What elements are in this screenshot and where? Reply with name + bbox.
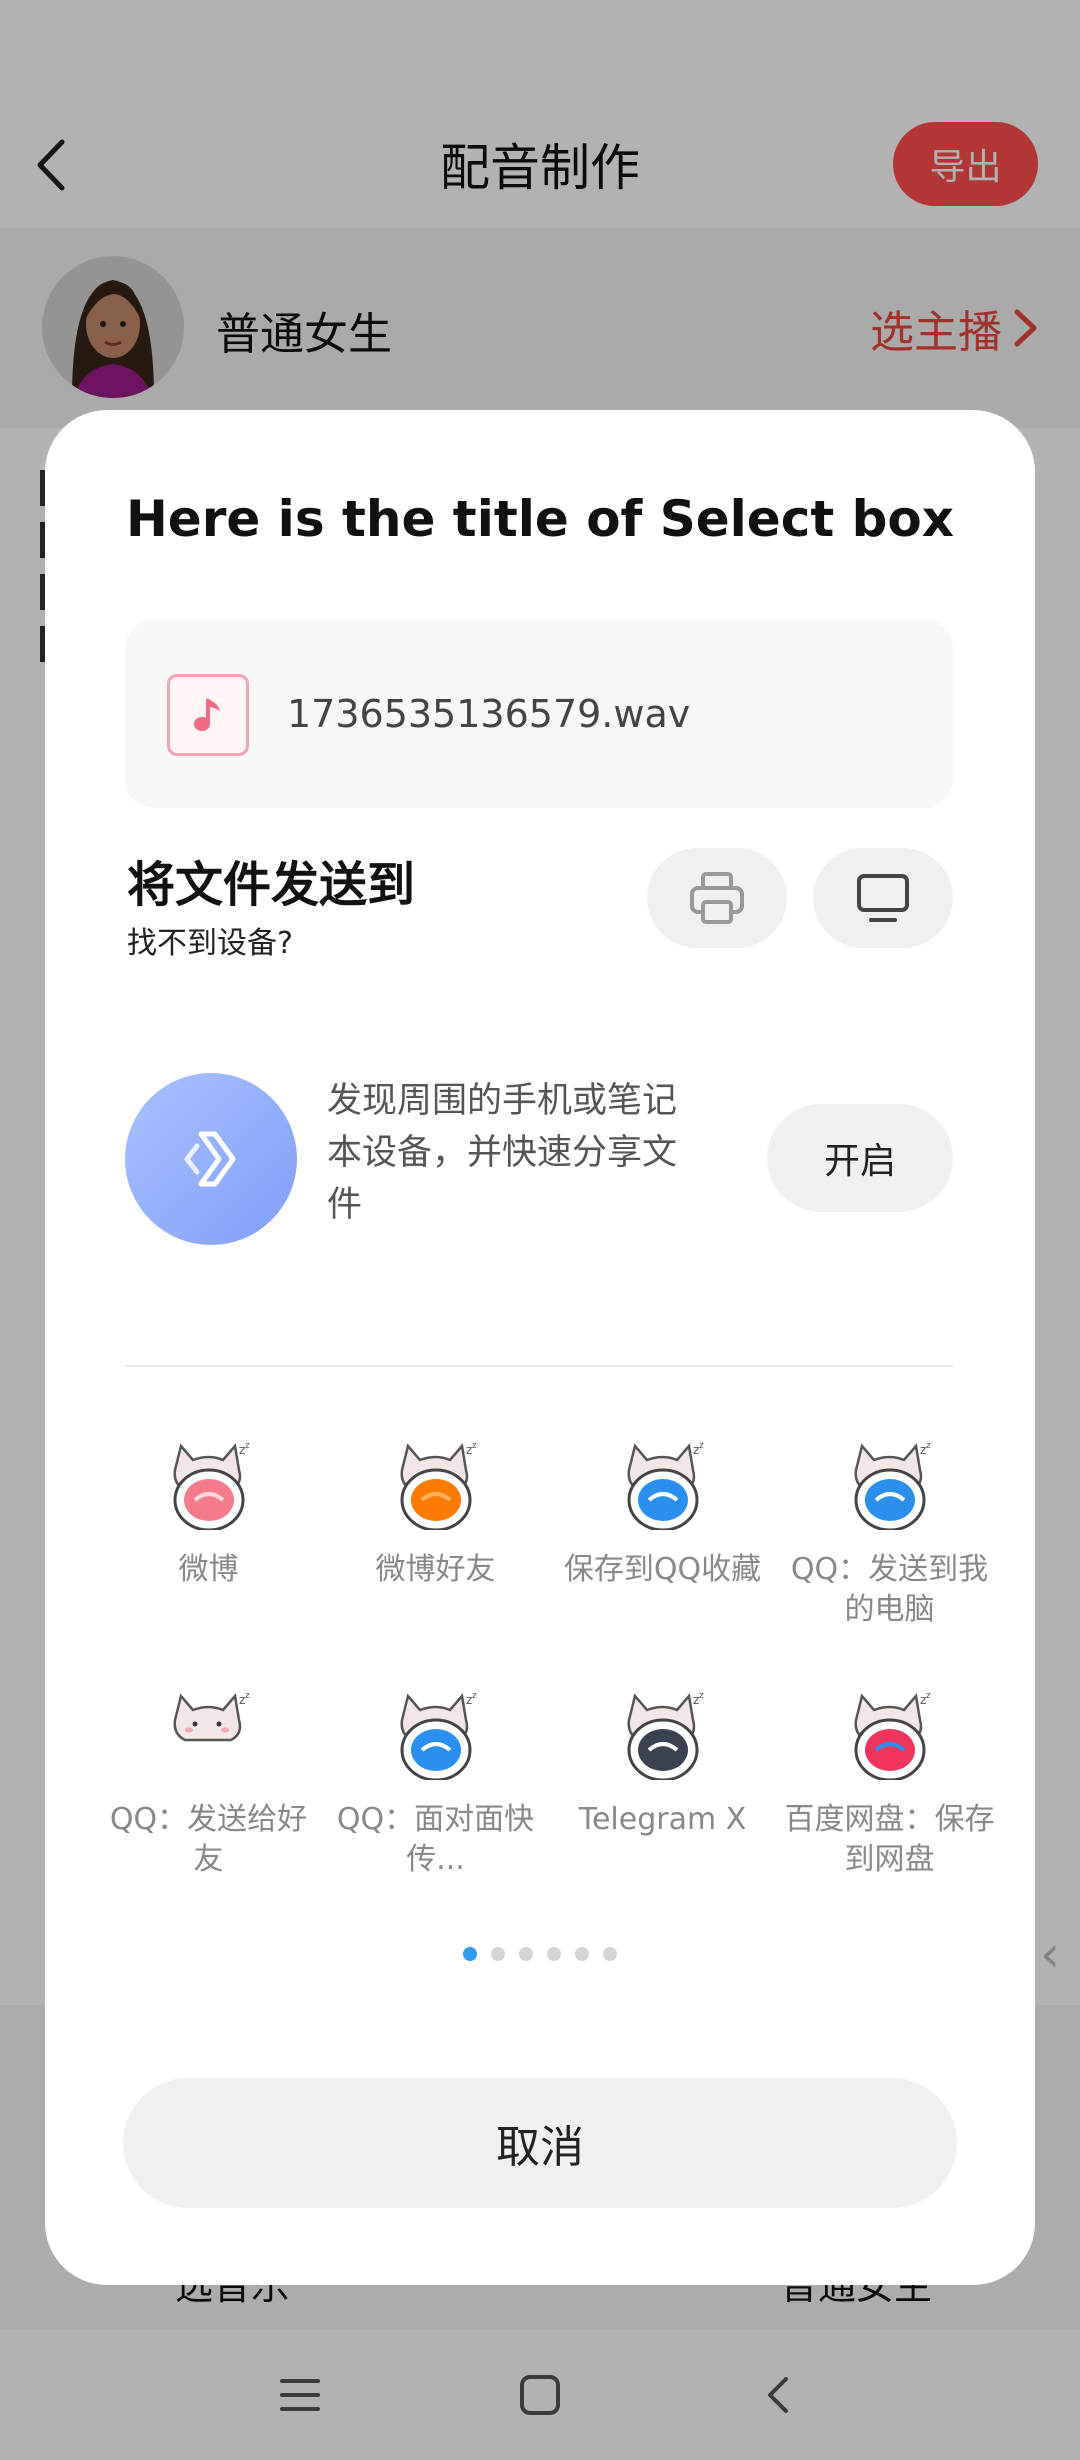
cancel-button[interactable]: 取消 [123, 2078, 957, 2208]
share-target-label: 保存到QQ收藏 [563, 1552, 762, 1587]
screen-cast-button[interactable] [813, 848, 953, 948]
weibo-friends-cat-icon: zz [400, 1441, 477, 1530]
svg-text:z: z [926, 1441, 931, 1451]
share-target-item[interactable]: zz 微博好友 [322, 1440, 549, 1640]
page-dot [519, 1947, 533, 1961]
print-button[interactable] [647, 848, 787, 948]
cannot-find-device-link[interactable]: 找不到设备? [127, 918, 293, 962]
file-card: 1736535136579.wav [125, 620, 953, 808]
share-target-label: 微博好友 [375, 1552, 496, 1587]
svg-text:z: z [472, 1691, 477, 1701]
enable-button[interactable]: 开启 [767, 1104, 953, 1212]
qq-friend-cat-icon: zz [173, 1691, 250, 1742]
page-dot [547, 1947, 561, 1961]
printer-icon [690, 872, 744, 924]
baidu-netdisk-cat-icon: zz [854, 1691, 931, 1780]
share-target-label: 微博 [178, 1552, 239, 1587]
send-to-heading: 将文件发送到 [127, 857, 416, 913]
share-target-item[interactable]: zz 百度网盘：保存到网盘 [776, 1690, 1003, 1890]
share-target-item[interactable]: zz QQ：面对面快传... [322, 1690, 549, 1890]
share-target-label: QQ：发送到我的电脑 [790, 1552, 989, 1627]
share-target-item[interactable]: zz QQ：发送给好友 [95, 1690, 322, 1890]
qq-computer-cat-icon: zz [854, 1441, 931, 1530]
share-target-item[interactable]: zz QQ：发送到我的电脑 [776, 1440, 1003, 1640]
page-dot [603, 1947, 617, 1961]
nearby-share-icon [125, 1073, 297, 1245]
share-target-label: 百度网盘：保存到网盘 [784, 1802, 995, 1877]
monitor-icon [857, 874, 909, 922]
share-target-item[interactable]: zz 保存到QQ收藏 [549, 1440, 776, 1640]
page-indicator [45, 1947, 1035, 1961]
weibo-cat-icon: zz [173, 1441, 250, 1530]
svg-text:z: z [472, 1441, 477, 1451]
share-target-item[interactable]: zz Telegram X [549, 1690, 776, 1890]
share-dialog: Here is the title of Select box 17365351… [45, 410, 1035, 2285]
share-target-label: Telegram X [578, 1802, 747, 1837]
page-dot [575, 1947, 589, 1961]
svg-text:z: z [245, 1691, 250, 1701]
svg-text:z: z [699, 1691, 704, 1701]
svg-text:z: z [699, 1441, 704, 1451]
file-name: 1736535136579.wav [287, 692, 691, 736]
svg-text:z: z [245, 1441, 250, 1451]
page-dot [463, 1947, 477, 1961]
music-file-icon [167, 674, 249, 756]
qq-face-to-face-cat-icon: zz [400, 1691, 477, 1780]
svg-text:z: z [926, 1691, 931, 1701]
share-target-item[interactable]: zz 微博 [95, 1440, 322, 1640]
dialog-title: Here is the title of Select box [125, 490, 955, 548]
page-dot [491, 1947, 505, 1961]
share-target-label: QQ：发送给好友 [109, 1802, 308, 1877]
nearby-share-description: 发现周围的手机或笔记本设备，并快速分享文件 [327, 1081, 678, 1225]
qq-favorites-cat-icon: zz [627, 1441, 704, 1530]
telegram-cat-icon: zz [627, 1691, 704, 1780]
share-target-label: QQ：面对面快传... [336, 1802, 535, 1877]
divider [125, 1365, 953, 1367]
